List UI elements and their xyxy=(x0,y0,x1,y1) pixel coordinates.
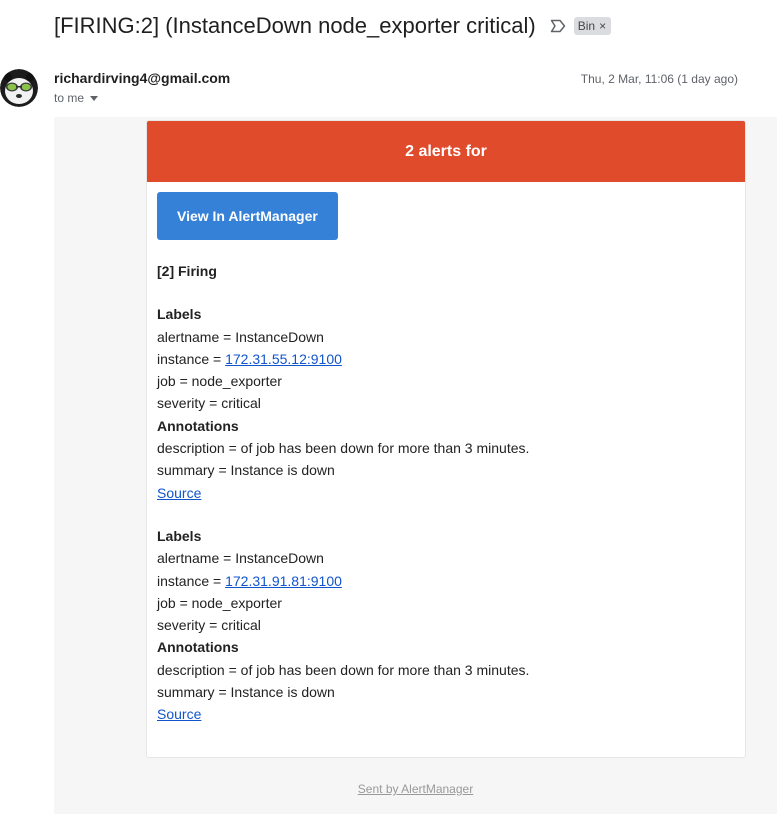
email-subject: [FIRING:2] (InstanceDown node_exporter c… xyxy=(54,13,536,38)
alert-header: 2 alerts for xyxy=(147,121,745,182)
alert-card: 2 alerts for View In AlertManager [2] Fi… xyxy=(146,120,746,758)
instance-line: instance = 172.31.91.81:9100 xyxy=(157,570,735,592)
severity-line: severity = critical xyxy=(157,395,261,412)
sent-by-alertmanager-link[interactable]: Sent by AlertManager xyxy=(358,782,473,796)
summary-line: summary = Instance is down xyxy=(157,462,335,479)
alertname-line: alertname = InstanceDown xyxy=(157,550,324,567)
instance-line: instance = 172.31.55.12:9100 xyxy=(157,348,735,370)
email-footer: Sent by AlertManager xyxy=(54,782,777,796)
job-line: job = node_exporter xyxy=(157,373,282,390)
annotations-heading: Annotations xyxy=(157,639,239,656)
source-link[interactable]: Source xyxy=(157,485,201,501)
description-line: description = of job has been down for m… xyxy=(157,440,530,457)
instance-link[interactable]: 172.31.55.12:9100 xyxy=(225,351,342,367)
subject-row: [FIRING:2] (InstanceDown node_exporter c… xyxy=(54,12,612,40)
label-outline-icon[interactable] xyxy=(550,19,566,33)
chevron-down-icon[interactable] xyxy=(90,95,99,101)
label-chip-text: Bin xyxy=(577,19,596,33)
alertname-line: alertname = InstanceDown xyxy=(157,328,324,345)
summary-line: summary = Instance is down xyxy=(157,684,335,701)
instance-prefix: instance = xyxy=(157,572,226,589)
remove-label-icon[interactable]: × xyxy=(599,17,606,35)
description-line: description = of job has been down for m… xyxy=(157,661,530,678)
email-date: Thu, 2 Mar, 11:06 (1 day ago) xyxy=(580,72,738,86)
firing-title: [2] Firing xyxy=(157,263,217,279)
instance-prefix: instance = xyxy=(157,350,226,367)
instance-link[interactable]: 172.31.91.81:9100 xyxy=(225,573,342,589)
avatar[interactable] xyxy=(0,69,38,107)
alert-item: Labels alertname = InstanceDown instance… xyxy=(157,525,735,726)
view-in-alertmanager-button[interactable]: View In AlertManager xyxy=(157,192,338,240)
labels-heading: Labels xyxy=(157,527,202,544)
label-chip-bin[interactable]: Bin × xyxy=(573,17,612,35)
job-line: job = node_exporter xyxy=(157,594,282,611)
recipient-line[interactable]: to me xyxy=(54,91,99,105)
source-link[interactable]: Source xyxy=(157,706,201,722)
recipient-text: to me xyxy=(54,91,85,105)
alert-item: Labels alertname = InstanceDown instance… xyxy=(157,303,735,504)
panda-avatar-icon xyxy=(0,69,38,107)
sender-email[interactable]: richardirving4@gmail.com xyxy=(54,70,230,86)
labels-heading: Labels xyxy=(157,306,202,323)
email-body: 2 alerts for View In AlertManager [2] Fi… xyxy=(54,117,777,814)
severity-line: severity = critical xyxy=(157,617,261,634)
annotations-heading: Annotations xyxy=(157,417,239,434)
alert-content: View In AlertManager [2] Firing Labels a… xyxy=(147,182,745,726)
